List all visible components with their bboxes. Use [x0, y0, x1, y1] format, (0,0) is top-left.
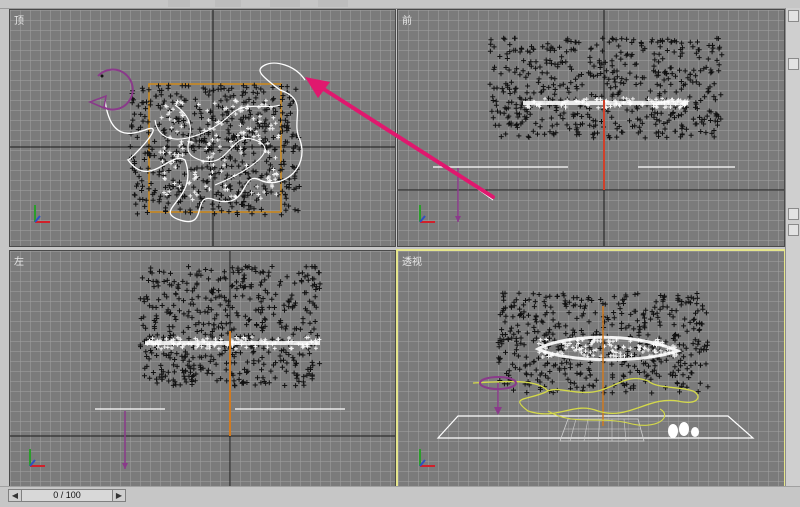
annotation-overlay: [305, 77, 495, 199]
panel-button[interactable]: [788, 58, 799, 70]
arrow-left-icon[interactable]: ◀: [9, 490, 22, 501]
viewport-left-label[interactable]: 左: [14, 253, 24, 268]
time-bar: ◀ 0 / 100 ▶: [0, 486, 800, 507]
panel-button[interactable]: [788, 224, 799, 236]
viewport-perspective-label[interactable]: 透视: [402, 253, 422, 268]
panel-button[interactable]: [788, 208, 799, 220]
annotation-arrow: [305, 77, 495, 199]
viewport-top-label[interactable]: 顶: [14, 12, 24, 27]
panel-button[interactable]: [788, 10, 799, 22]
frame-counter: 0 / 100: [53, 490, 81, 500]
viewport-front-label[interactable]: 前: [402, 12, 412, 27]
time-slider[interactable]: ◀ 0 / 100 ▶: [8, 489, 126, 502]
arrow-right-icon[interactable]: ▶: [112, 490, 125, 501]
command-panel-edge: [785, 8, 800, 486]
